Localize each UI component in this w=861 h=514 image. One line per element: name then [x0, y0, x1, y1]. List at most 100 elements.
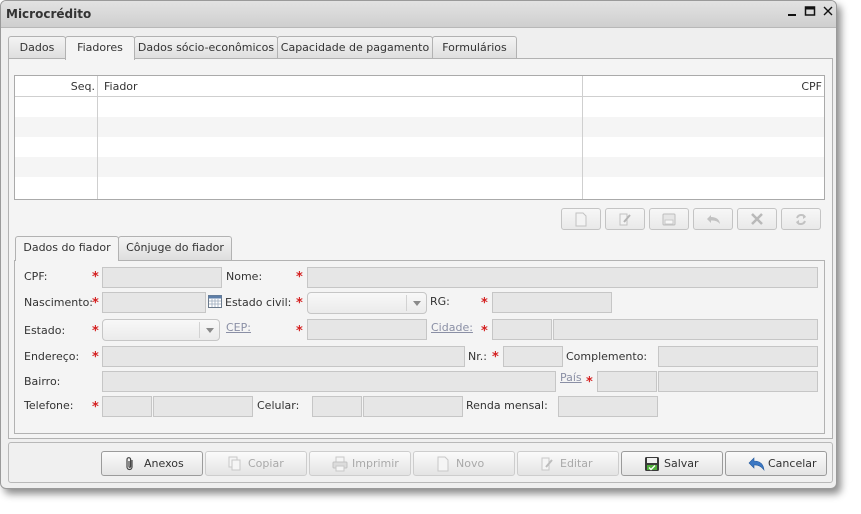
salvar-button[interactable]: Salvar — [621, 451, 723, 476]
disk-save-icon — [645, 457, 659, 471]
nome-label: Nome: — [226, 270, 263, 283]
celular-number-input[interactable] — [363, 396, 463, 417]
calendar-icon[interactable] — [208, 295, 222, 311]
required-marker: * — [92, 324, 99, 339]
rg-input[interactable] — [492, 292, 612, 313]
nascimento-input[interactable] — [102, 292, 206, 313]
fiadores-panel: Seq. Fiador CPF Dados do fiador Cônjuge … — [8, 58, 833, 439]
close-icon[interactable] — [820, 5, 836, 23]
chevron-down-icon[interactable] — [406, 295, 426, 311]
table-row[interactable] — [15, 117, 824, 137]
nome-input[interactable] — [307, 267, 818, 288]
save-record-button[interactable] — [649, 208, 689, 230]
cidade-name-input[interactable] — [553, 319, 818, 340]
table-row[interactable] — [15, 157, 824, 177]
tab-dados-do-fiador[interactable]: Dados do fiador — [15, 236, 119, 261]
maximize-icon[interactable] — [802, 5, 818, 23]
cep-link[interactable]: CEP: — [226, 321, 251, 334]
column-header-fiador[interactable]: Fiador — [104, 76, 138, 97]
tab-capacidade-de-pagamento[interactable]: Capacidade de pagamento — [277, 36, 433, 59]
undo-icon — [707, 215, 720, 224]
required-marker: * — [481, 296, 488, 311]
required-marker: * — [296, 270, 303, 285]
tab-fiadores[interactable]: Fiadores — [65, 36, 135, 60]
celular-ddd-input[interactable] — [312, 396, 362, 417]
nr-label: Nr.: — [468, 350, 487, 363]
column-header-cpf[interactable]: CPF — [801, 76, 822, 97]
required-marker: * — [92, 296, 99, 311]
minimize-icon[interactable] — [784, 5, 800, 23]
celular-label: Celular: — [257, 399, 300, 412]
cancelar-button[interactable]: Cancelar — [725, 451, 827, 476]
undo-arrow-icon — [748, 457, 765, 472]
required-marker: * — [586, 375, 593, 390]
tab-formularios[interactable]: Formulários — [432, 36, 517, 59]
nascimento-label: Nascimento: — [24, 296, 94, 309]
new-record-button[interactable] — [561, 208, 601, 230]
cpf-input[interactable] — [102, 267, 222, 288]
required-marker: * — [92, 400, 99, 415]
edit-icon — [541, 457, 553, 471]
required-marker: * — [492, 350, 499, 365]
cidade-link[interactable]: Cidade: — [431, 321, 473, 334]
renda-mensal-input[interactable] — [558, 396, 658, 417]
pais-code-input[interactable] — [597, 371, 657, 392]
column-header-seq[interactable]: Seq. — [15, 76, 95, 97]
column-divider — [582, 76, 583, 199]
cidade-code-input[interactable] — [492, 319, 552, 340]
new-document-icon — [575, 212, 587, 227]
delete-icon — [751, 213, 763, 225]
printer-icon — [332, 456, 348, 472]
chevron-down-icon[interactable] — [199, 322, 219, 338]
disk-icon — [662, 213, 676, 226]
telefone-ddd-input[interactable] — [102, 396, 152, 417]
edit-record-button[interactable] — [605, 208, 645, 230]
microcredito-window: Microcrédito Dados Fiadores Dados sócio-… — [0, 0, 837, 489]
table-row[interactable] — [15, 177, 824, 197]
tab-conjuge-do-fiador[interactable]: Cônjuge do fiador — [118, 236, 232, 260]
required-marker: * — [296, 296, 303, 311]
required-marker: * — [481, 324, 488, 339]
estado-label: Estado: — [24, 324, 66, 337]
estado-civil-label: Estado civil: — [225, 296, 292, 309]
bairro-input[interactable] — [102, 371, 556, 392]
editar-button[interactable]: Editar — [517, 451, 619, 476]
title-bar: Microcrédito — [1, 1, 836, 28]
renda-mensal-label: Renda mensal: — [466, 399, 548, 412]
estado-select[interactable] — [102, 319, 220, 341]
estado-civil-select[interactable] — [307, 292, 427, 314]
copy-icon — [228, 456, 241, 471]
imprimir-button[interactable]: Imprimir — [309, 451, 411, 476]
telefone-label: Telefone: — [24, 399, 74, 412]
table-header: Seq. Fiador CPF — [15, 76, 824, 97]
undo-button[interactable] — [693, 208, 733, 230]
fiadores-table[interactable]: Seq. Fiador CPF — [14, 75, 825, 200]
endereco-input[interactable] — [102, 346, 465, 367]
bairro-label: Bairro: — [24, 375, 61, 388]
required-marker: * — [92, 350, 99, 365]
table-row[interactable] — [15, 97, 824, 117]
refresh-icon — [796, 214, 806, 225]
tab-dados[interactable]: Dados — [8, 36, 66, 59]
anexos-button[interactable]: Anexos — [101, 451, 203, 476]
cpf-label: CPF: — [24, 270, 48, 283]
telefone-number-input[interactable] — [153, 396, 253, 417]
endereco-label: Endereço: — [24, 350, 80, 363]
complemento-input[interactable] — [658, 346, 818, 367]
refresh-button[interactable] — [781, 208, 821, 230]
pais-link[interactable]: País — [560, 371, 582, 384]
table-row[interactable] — [15, 137, 824, 157]
pais-name-input[interactable] — [658, 371, 818, 392]
delete-record-button[interactable] — [737, 208, 777, 230]
new-document-icon — [437, 456, 449, 472]
nr-input[interactable] — [503, 346, 563, 367]
novo-button[interactable]: Novo — [413, 451, 515, 476]
cep-input[interactable] — [307, 319, 427, 340]
copiar-button[interactable]: Copiar — [205, 451, 307, 476]
complemento-label: Complemento: — [566, 350, 648, 363]
required-marker: * — [296, 324, 303, 339]
action-bar: Anexos Copiar Imprimir Novo Editar Salva… — [8, 442, 833, 483]
rg-label: RG: — [430, 295, 450, 308]
tab-dados-socio-economicos[interactable]: Dados sócio-econômicos — [134, 36, 278, 59]
dados-do-fiador-form: CPF: * Nome: * Nascimento: * Estado civi… — [14, 260, 825, 434]
